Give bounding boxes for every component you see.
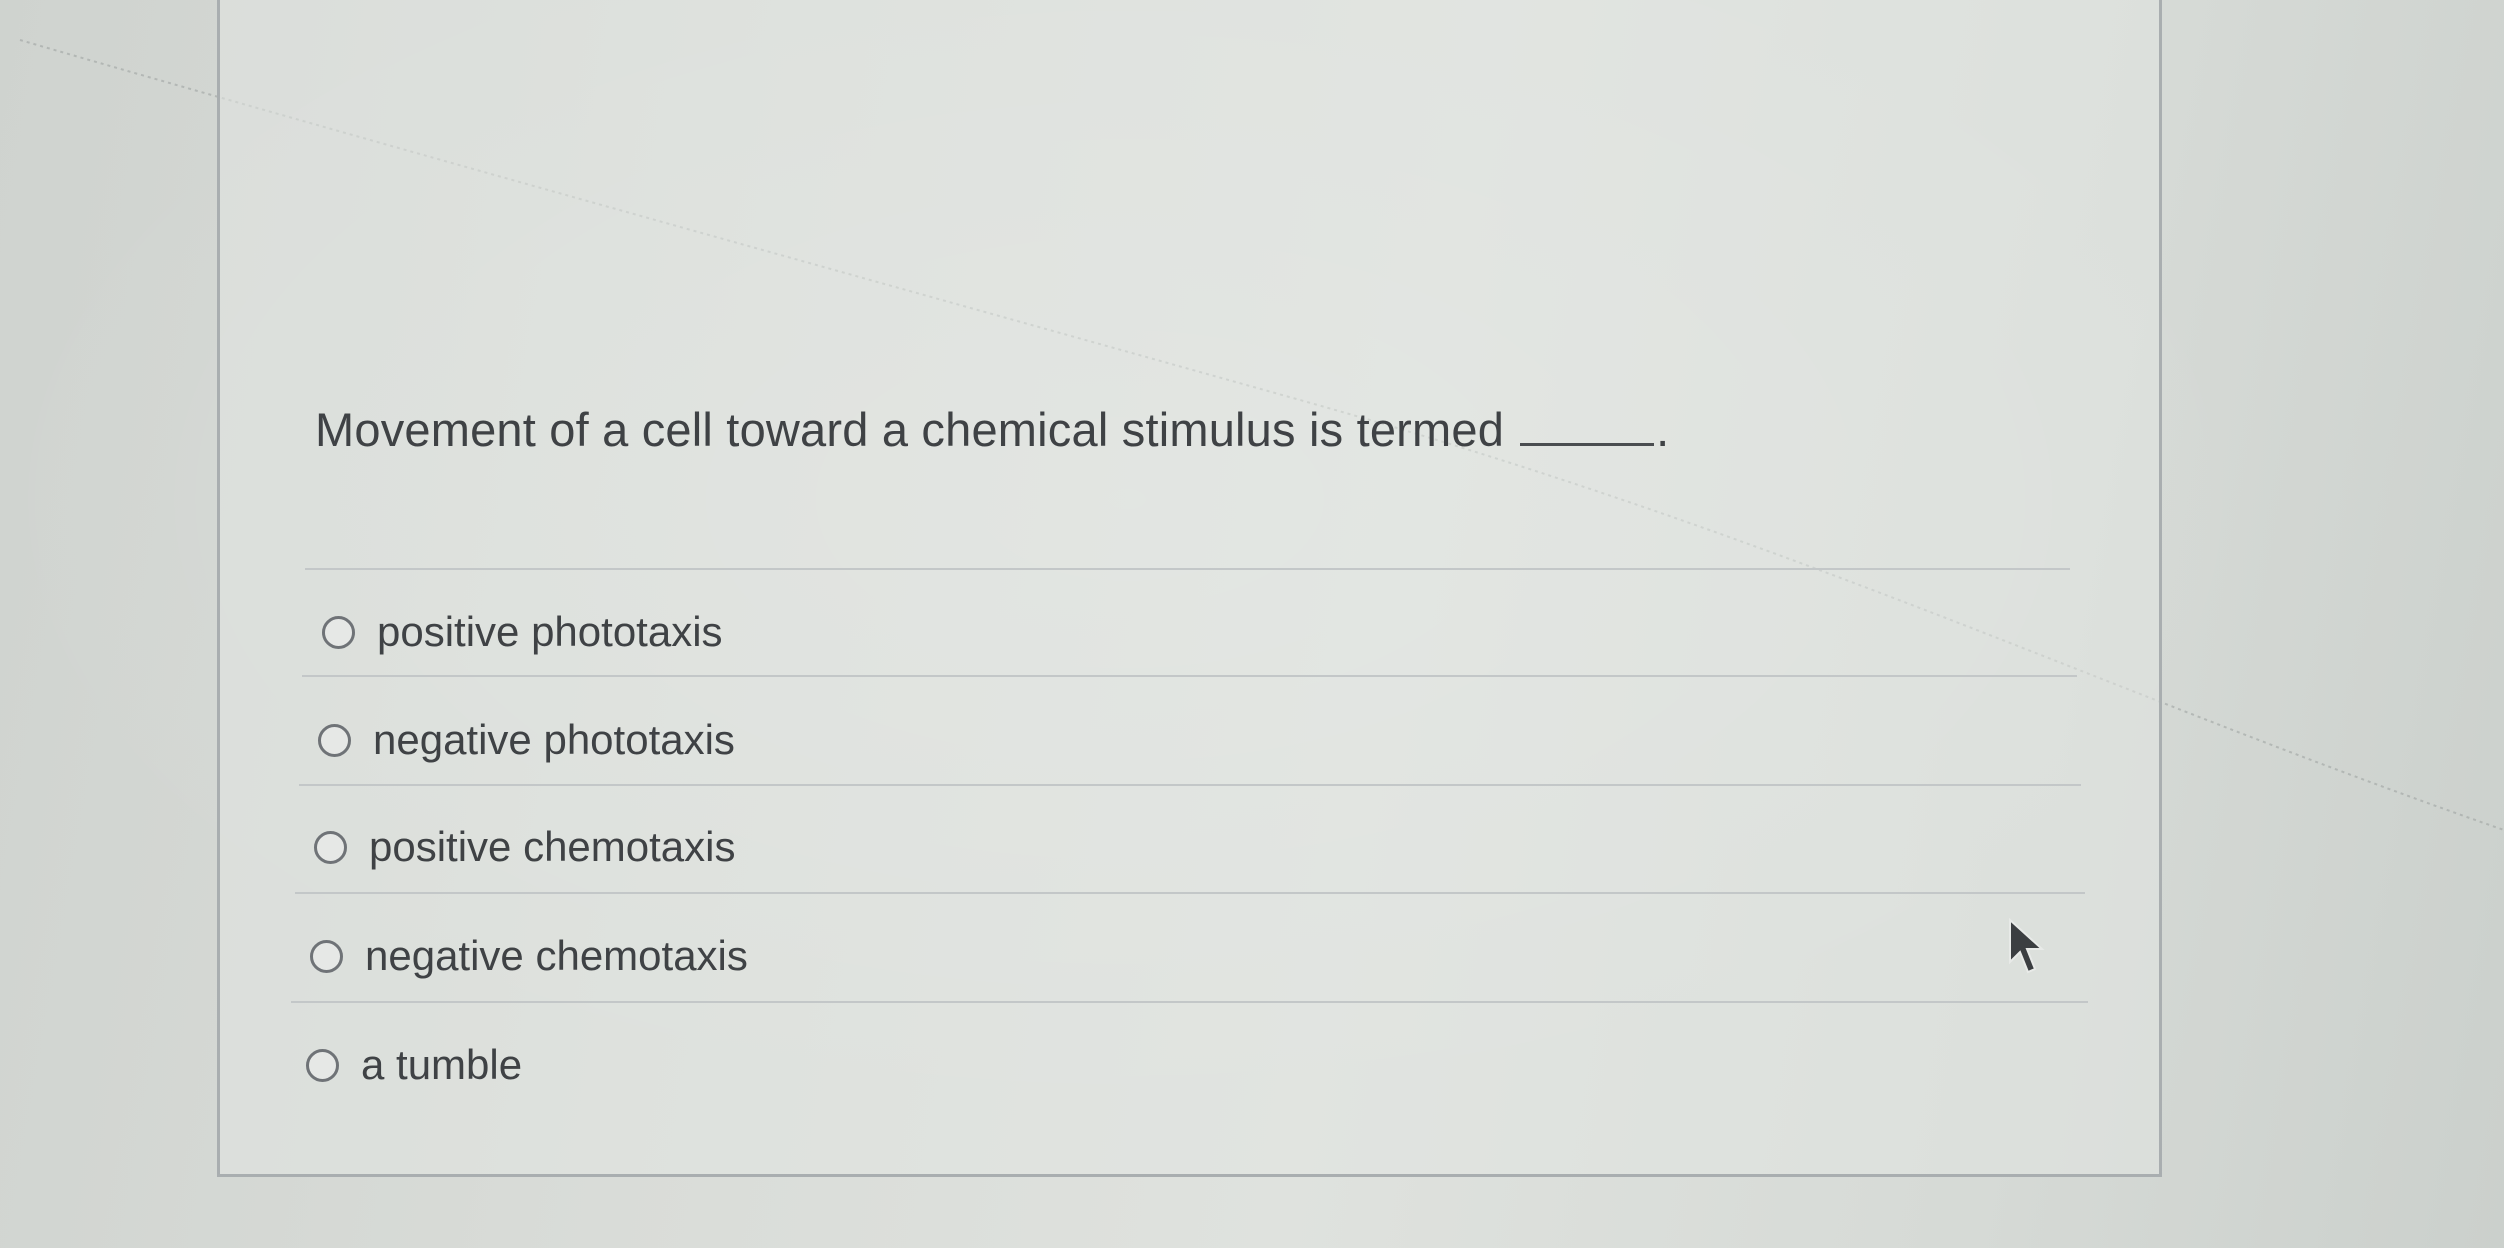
option-label: positive chemotaxis [369, 823, 736, 870]
option-label: positive phototaxis [377, 608, 723, 655]
divider [299, 784, 2081, 786]
radio-button-icon[interactable] [318, 723, 351, 757]
radio-button-icon[interactable] [314, 830, 347, 864]
option-label: negative chemotaxis [365, 932, 748, 979]
radio-button-icon[interactable] [310, 939, 343, 973]
answer-option-positive-phototaxis[interactable]: positive phototaxis [322, 608, 723, 656]
radio-button-icon[interactable] [306, 1048, 339, 1082]
answer-blank [1520, 395, 1655, 446]
divider [302, 675, 2077, 677]
answer-option-a-tumble[interactable]: a tumble [306, 1041, 522, 1089]
mouse-pointer-icon [2009, 918, 2045, 974]
divider [305, 568, 2070, 570]
answer-option-negative-phototaxis[interactable]: negative phototaxis [318, 716, 735, 764]
divider [295, 892, 2085, 894]
question-end-punctuation: . [1656, 403, 1670, 456]
answer-option-negative-chemotaxis[interactable]: negative chemotaxis [310, 932, 748, 980]
divider [291, 1001, 2088, 1003]
radio-button-icon[interactable] [322, 615, 355, 649]
answer-option-positive-chemotaxis[interactable]: positive chemotaxis [314, 823, 736, 871]
option-label: negative phototaxis [373, 716, 735, 763]
question-text: Movement of a cell toward a chemical sti… [315, 395, 1669, 457]
option-label: a tumble [361, 1041, 523, 1088]
question-prompt: Movement of a cell toward a chemical sti… [315, 403, 1505, 456]
